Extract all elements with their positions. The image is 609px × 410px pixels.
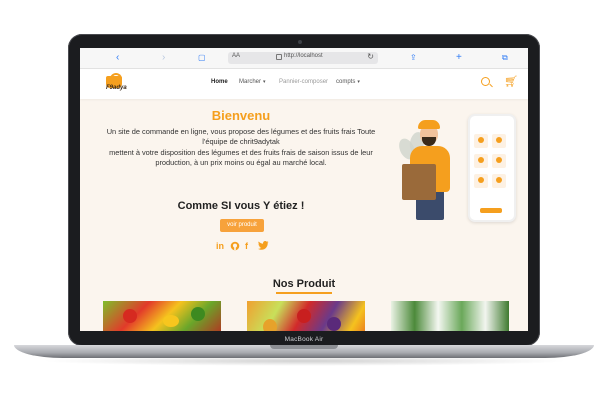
products-section-title: Nos Produit [272, 278, 336, 290]
cart-icon[interactable]: 🛒︎ [504, 76, 518, 88]
phone-card [474, 154, 488, 168]
apple-shape [297, 309, 311, 323]
browser-screen: ‹ › ▢ AA http://localhost ↻ ⇪ + ⧉ F9adya… [80, 48, 528, 331]
nav-compts[interactable]: compts ▾ [336, 79, 360, 85]
base-notch [270, 345, 338, 349]
camera-icon [298, 40, 302, 44]
address-bar[interactable]: AA http://localhost ↻ [228, 52, 378, 64]
search-icon[interactable] [481, 77, 490, 86]
nav-pannier-composer[interactable]: Pannier-composer [279, 79, 328, 85]
pepper-shape [163, 315, 179, 327]
lock-icon [276, 54, 282, 60]
site-navbar: F9adya Home Marcher ▾ Pannier-composer co… [80, 69, 528, 99]
sidebar-icon[interactable]: ▢ [198, 51, 206, 65]
pineapple-shape [263, 319, 277, 331]
grape-shape [327, 317, 341, 331]
phone-mockup [468, 114, 516, 222]
phone-card [492, 174, 506, 188]
back-icon[interactable]: ‹ [116, 51, 119, 65]
product-image-vegetables[interactable] [103, 301, 221, 331]
tabs-overview-icon[interactable]: ⧉ [502, 51, 508, 65]
nav-marcher-label: Marcher [239, 79, 262, 85]
laptop-lid: ‹ › ▢ AA http://localhost ↻ ⇪ + ⧉ F9adya… [68, 34, 540, 346]
phone-button [480, 208, 502, 213]
twitter-icon[interactable] [258, 241, 269, 252]
hero-slogan: Comme SI vous Y étiez ! [177, 200, 305, 212]
share-icon[interactable]: ⇪ [410, 51, 417, 65]
nav-pannier-label: Pannier-composer [279, 79, 329, 85]
nav-home[interactable]: Home [211, 79, 228, 85]
grocery-bag [402, 164, 436, 200]
product-image-fruits[interactable] [247, 301, 365, 331]
browser-toolbar: ‹ › ▢ AA http://localhost ↻ ⇪ + ⧉ [80, 48, 528, 69]
linkedin-icon[interactable]: in [216, 241, 224, 251]
broccoli-shape [191, 307, 205, 321]
tomato-shape [123, 309, 137, 323]
phone-card [492, 134, 506, 148]
forward-icon[interactable]: › [162, 51, 165, 65]
nav-home-label: Home [211, 79, 228, 85]
github-icon[interactable] [230, 241, 240, 253]
product-image-herbs[interactable] [391, 301, 509, 331]
phone-card [474, 174, 488, 188]
hero-line-1: Un site de commande en ligne, vous propo… [106, 127, 376, 136]
logo-text: F9adya [106, 85, 127, 91]
title-underline [276, 292, 332, 294]
voir-produit-button[interactable]: voir produit [220, 219, 264, 232]
hero-line-2: l'équipe de chrit9adytak [202, 137, 280, 147]
chevron-down-icon: ▾ [357, 79, 360, 85]
phone-card [492, 154, 506, 168]
url-text: http://localhost [284, 53, 323, 59]
nav-marcher[interactable]: Marcher ▾ [239, 79, 266, 85]
hero-description: Un site de commande en ligne, vous propo… [86, 127, 396, 169]
device-label: MacBook Air [284, 336, 324, 343]
reload-icon[interactable]: ↻ [367, 52, 374, 61]
nav-compts-label: compts [336, 79, 356, 85]
new-tab-icon[interactable]: + [456, 51, 462, 65]
hero-title: Bienvenu [211, 108, 271, 123]
hero-line-3: mettent à votre disposition des légumes … [109, 147, 373, 157]
text-size-button[interactable]: AA [232, 53, 240, 59]
hero-line-4: production, à un prix moins ou égal au m… [155, 158, 327, 168]
delivery-illustration [396, 110, 522, 250]
laptop-base: MacBook Air [14, 336, 594, 358]
person-beard [422, 137, 436, 146]
phone-card [474, 134, 488, 148]
person-cap [418, 120, 440, 129]
facebook-icon[interactable]: f [245, 241, 248, 251]
chevron-down-icon: ▾ [263, 79, 266, 85]
